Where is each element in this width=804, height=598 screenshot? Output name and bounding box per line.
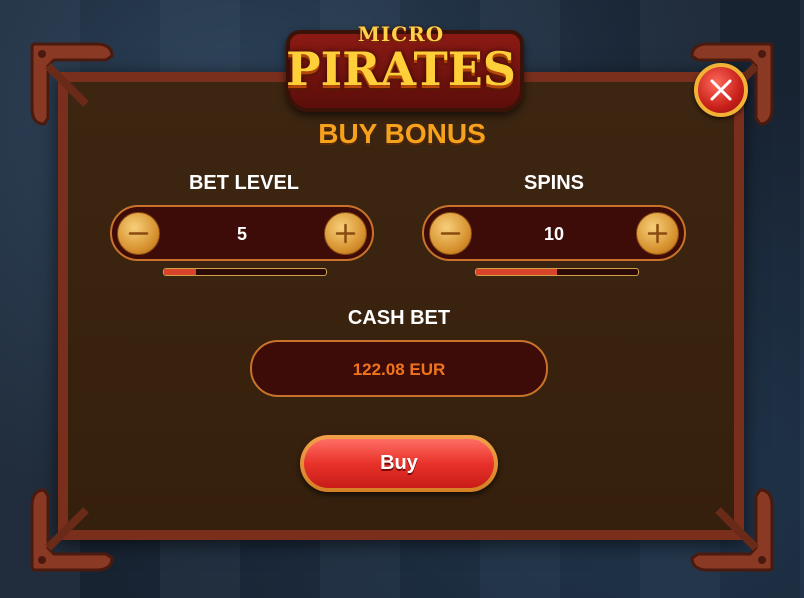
cash-bet-label: CASH BET [347,307,451,329]
wood-corner-top-left [26,38,116,128]
bet-level-label: BET LEVEL [188,172,299,194]
bet-level-bar [163,268,327,276]
spins-bar-fill [476,269,557,275]
bet-level-value: 5 [236,224,247,244]
spins-decrease-button[interactable] [429,212,472,255]
bet-level-increase-button[interactable] [324,212,367,255]
spins-stepper: 10 [422,205,686,261]
cash-bet-value: 122.08 EUR [352,360,446,379]
wood-corner-bottom-left [26,486,116,576]
buy-button[interactable]: Buy [300,435,498,492]
spins-value: 10 [543,224,565,244]
spins-increase-button[interactable] [636,212,679,255]
bet-level-bar-fill [164,269,197,275]
plus-icon [647,223,668,244]
close-x-icon [710,79,732,101]
wood-corner-bottom-right [688,486,778,576]
minus-icon [440,232,461,235]
cash-bet-display: 122.08 EUR [250,340,548,397]
bet-level-stepper: 5 [110,205,374,261]
minus-icon [128,232,149,235]
logo-pirates-text: PIRATES [286,42,517,96]
buy-button-label: Buy [380,452,418,474]
plus-icon [335,223,356,244]
spins-bar [475,268,639,276]
spins-label: SPINS [523,172,585,194]
close-button[interactable] [694,63,748,117]
dialog-title: BUY BONUS [318,118,486,149]
game-logo: MICRO PIRATES [286,12,524,112]
bet-level-decrease-button[interactable] [117,212,160,255]
